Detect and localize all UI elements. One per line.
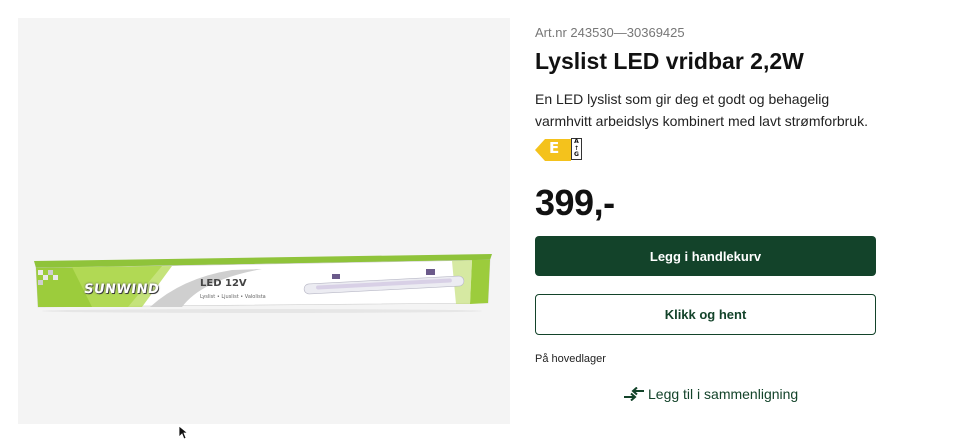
click-and-collect-button[interactable]: Klikk og hent: [535, 294, 876, 335]
product-description: En LED lyslist som gir deg et godt og be…: [535, 91, 868, 129]
product-title: Lyslist LED vridbar 2,2W: [535, 48, 804, 74]
mouse-cursor-icon: [178, 425, 189, 445]
article-number: Art.nr 243530—30369425: [535, 25, 685, 40]
add-to-compare-link[interactable]: Legg til i sammenligning: [623, 386, 798, 402]
product-image: SUNWIND LED 12V Lyslist • Ljuslist • Val…: [32, 18, 496, 424]
compare-arrows-icon: [624, 387, 644, 401]
product-box-brand: SUNWIND: [82, 282, 161, 297]
compare-label: Legg til i sammenligning: [648, 386, 799, 402]
energy-scale-bottom: G: [574, 151, 579, 158]
product-box-drawing: [34, 254, 492, 313]
energy-label[interactable]: E A ↑ G: [535, 138, 582, 167]
energy-scale: A ↑ G: [571, 138, 582, 160]
stock-status: På hovedlager: [535, 353, 606, 365]
product-box-subtitle: Lyslist • Ljuslist • Valolista: [200, 294, 266, 300]
add-to-cart-button[interactable]: Legg i handlekurv: [535, 236, 876, 276]
energy-class: E: [549, 139, 560, 157]
product-box-model: LED 12V: [200, 278, 247, 289]
product-price: 399,-: [535, 182, 615, 223]
product-image-panel[interactable]: SUNWIND LED 12V Lyslist • Ljuslist • Val…: [18, 18, 510, 440]
